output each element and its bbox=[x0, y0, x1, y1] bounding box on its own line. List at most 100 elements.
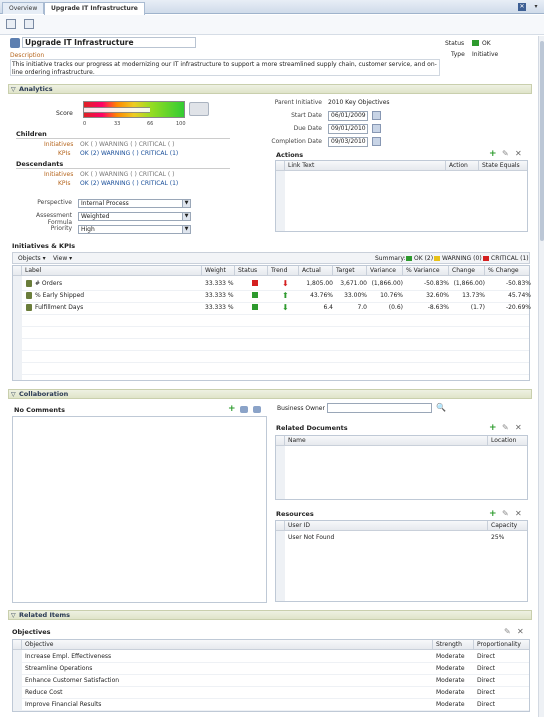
collaboration-header[interactable]: ▽ Collaboration bbox=[8, 389, 532, 399]
delete-icon[interactable]: ✕ bbox=[517, 628, 525, 636]
add-comment-icon[interactable]: + bbox=[228, 405, 236, 414]
edit-icon[interactable]: ✎ bbox=[502, 150, 510, 158]
add-icon[interactable]: + bbox=[489, 510, 497, 519]
table-row[interactable]: % Early Shipped 33.333 % ⬆ 43.76% 33.00% 10.7… bbox=[13, 290, 531, 302]
cell-objective[interactable]: Streamline Operations bbox=[25, 665, 92, 672]
table-row[interactable]: Reduce Cost Moderate Direct bbox=[13, 687, 529, 699]
cell-actual: 43.76% bbox=[310, 292, 333, 299]
reply-icon[interactable] bbox=[240, 406, 248, 413]
desc-initiatives-value: OK ( ) WARNING ( ) CRITICAL ( ) bbox=[80, 171, 175, 178]
cell-change: (1.7) bbox=[470, 304, 485, 311]
chevron-down-icon: ▼ bbox=[182, 213, 190, 220]
table-row[interactable]: Increase Empl. Effectiveness Moderate Dire… bbox=[13, 651, 529, 663]
related-items-header[interactable]: ▽ Related Items bbox=[8, 610, 532, 620]
header-cell[interactable]: Action bbox=[446, 161, 479, 171]
perspective-select[interactable]: Internal Process ▼ bbox=[78, 199, 191, 208]
objectives-label: Objectives bbox=[12, 628, 51, 636]
header-cell[interactable]: % Change bbox=[485, 266, 531, 276]
collapse-icon[interactable]: ▽ bbox=[11, 85, 16, 94]
children-kpis-value[interactable]: OK (2) WARNING ( ) CRITICAL (1) bbox=[80, 150, 178, 157]
header-cell[interactable]: Name bbox=[285, 436, 488, 446]
page-title[interactable]: Upgrade IT Infrastructure bbox=[22, 37, 196, 48]
delete-icon[interactable]: ✕ bbox=[515, 424, 523, 432]
calendar-icon[interactable] bbox=[372, 111, 381, 120]
tab-overview[interactable]: Overview bbox=[2, 2, 45, 14]
header-cell[interactable]: Objective bbox=[22, 640, 433, 650]
header-cell[interactable]: State Equals bbox=[479, 161, 529, 171]
tab-upgrade-it[interactable]: Upgrade IT Infrastructure bbox=[44, 2, 145, 15]
vertical-scrollbar[interactable] bbox=[538, 36, 544, 717]
header-cell[interactable]: Location bbox=[488, 436, 529, 446]
cell-objective[interactable]: Reduce Cost bbox=[25, 689, 62, 696]
due-date-input[interactable]: 09/01/2010 bbox=[328, 124, 368, 134]
header-cell[interactable]: Weight bbox=[202, 266, 235, 276]
header-cell[interactable]: Variance bbox=[367, 266, 403, 276]
header-cell[interactable]: Label bbox=[22, 266, 202, 276]
share-icon[interactable] bbox=[253, 406, 261, 413]
grid-header: Label Weight Status Trend Actual Target … bbox=[13, 266, 529, 276]
collapse-icon[interactable]: ▽ bbox=[11, 611, 16, 620]
objects-menu[interactable]: Objects ▾ bbox=[18, 255, 46, 262]
cell-pct-variance: -8.63% bbox=[427, 304, 449, 311]
add-icon[interactable]: + bbox=[489, 424, 497, 433]
cell-label[interactable]: Fulfillment Days bbox=[25, 304, 201, 311]
comments-area[interactable] bbox=[12, 416, 267, 603]
close-icon[interactable]: ✕ bbox=[518, 3, 526, 11]
table-row[interactable]: Fulfillment Days 33.333 % ⬇ 6.4 7.0 (0.6) -8.6… bbox=[13, 302, 531, 314]
cell-objective[interactable]: Enhance Customer Satisfaction bbox=[25, 677, 119, 684]
header-cell[interactable]: Proportionality bbox=[474, 640, 531, 650]
status-label: Status bbox=[445, 40, 465, 47]
priority-select[interactable]: High ▼ bbox=[78, 225, 191, 234]
desc-kpis-value[interactable]: OK (2) WARNING ( ) CRITICAL (1) bbox=[80, 180, 178, 187]
header-cell[interactable]: Target bbox=[333, 266, 367, 276]
priority-label: Priority bbox=[50, 225, 72, 232]
analytics-header[interactable]: ▽ Analytics bbox=[8, 84, 532, 94]
resource-user[interactable]: User Not Found bbox=[288, 534, 334, 541]
children-kpis-label: KPIs bbox=[58, 150, 71, 157]
row-divider bbox=[13, 338, 529, 339]
header-cell[interactable]: Strength bbox=[433, 640, 474, 650]
summary-critical: CRITICAL (1) bbox=[491, 255, 529, 262]
delete-icon[interactable]: ✕ bbox=[515, 150, 523, 158]
header-cell[interactable]: Capacity bbox=[488, 521, 529, 531]
edit-icon[interactable]: ✎ bbox=[502, 424, 510, 432]
grid-header: Objective Strength Proportionality bbox=[13, 640, 529, 650]
view-menu[interactable]: View ▾ bbox=[53, 255, 72, 262]
header-cell[interactable]: % Variance bbox=[403, 266, 449, 276]
start-date-input[interactable]: 06/01/2009 bbox=[328, 111, 368, 121]
table-row[interactable]: Streamline Operations Moderate Direct bbox=[13, 663, 529, 675]
cell-objective[interactable]: Increase Empl. Effectiveness bbox=[25, 653, 111, 660]
cell-pct-change: -50.83% bbox=[505, 280, 531, 287]
save-icon[interactable] bbox=[6, 19, 16, 29]
edit-icon[interactable]: ✎ bbox=[502, 510, 510, 518]
business-owner-input[interactable] bbox=[327, 403, 432, 413]
header-cell[interactable]: Actual bbox=[299, 266, 333, 276]
cell-pct-change: 45.74% bbox=[508, 292, 531, 299]
cell-strength: Moderate bbox=[436, 689, 465, 696]
cell-label[interactable]: % Early Shipped bbox=[25, 292, 201, 299]
completion-date-input[interactable]: 09/03/2010 bbox=[328, 137, 368, 147]
save-as-icon[interactable] bbox=[24, 19, 34, 29]
cell-objective[interactable]: Improve Financial Results bbox=[25, 701, 101, 708]
edit-icon[interactable]: ✎ bbox=[504, 628, 512, 636]
header-cell[interactable]: User ID bbox=[285, 521, 488, 531]
calendar-icon[interactable] bbox=[372, 124, 381, 133]
assessment-select[interactable]: Weighted ▼ bbox=[78, 212, 191, 221]
collapse-icon[interactable]: ▽ bbox=[11, 390, 16, 399]
description-text[interactable]: This initiative tracks our progress at m… bbox=[10, 59, 440, 76]
menu-icon[interactable]: ▾ bbox=[532, 3, 540, 11]
header-cell[interactable]: Trend bbox=[268, 266, 299, 276]
add-icon[interactable]: + bbox=[489, 150, 497, 159]
table-row[interactable]: Enhance Customer Satisfaction Moderate Dir… bbox=[13, 675, 529, 687]
header-cell[interactable]: Change bbox=[449, 266, 485, 276]
resource-capacity[interactable]: 25% bbox=[491, 534, 504, 541]
header-cell[interactable]: Link Text bbox=[285, 161, 446, 171]
scrollbar-thumb[interactable] bbox=[540, 41, 544, 241]
calendar-icon[interactable] bbox=[372, 137, 381, 146]
search-icon[interactable]: 🔍 bbox=[436, 403, 446, 412]
table-row[interactable]: Improve Financial Results Moderate Direct bbox=[13, 699, 529, 711]
table-row[interactable]: # Orders 33.333 % ⬇ 1,805.00 3,671.00 (1,866.… bbox=[13, 278, 531, 290]
header-cell[interactable]: Status bbox=[235, 266, 268, 276]
cell-label[interactable]: # Orders bbox=[25, 280, 201, 287]
delete-icon[interactable]: ✕ bbox=[515, 510, 523, 518]
